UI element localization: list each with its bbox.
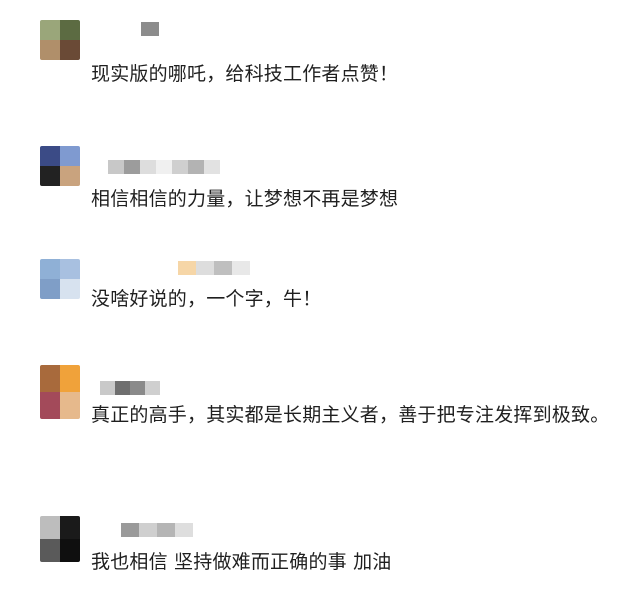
avatar-pixel	[60, 20, 80, 40]
username-pixel	[139, 523, 157, 537]
username-pixel	[157, 523, 175, 537]
avatar-pixel	[40, 365, 60, 392]
avatar-pixel	[60, 539, 80, 562]
username[interactable]	[100, 381, 160, 395]
avatar-pixel	[60, 365, 80, 392]
avatar-pixel	[40, 392, 60, 419]
username-pixel	[130, 381, 145, 395]
username[interactable]	[121, 523, 193, 537]
comment-text: 现实版的哪吒，给科技工作者点赞！	[91, 63, 399, 85]
username-pixel	[124, 160, 140, 174]
username-pixel	[175, 523, 193, 537]
comment-text: 没啥好说的，一个字，牛！	[91, 288, 322, 310]
avatar-pixel	[60, 516, 80, 539]
username-pixel	[141, 22, 159, 36]
avatar[interactable]	[40, 259, 80, 299]
avatar-pixel	[60, 259, 80, 279]
comment-text: 真正的高手，其实都是长期主义者，善于把专注发挥到极致。	[91, 404, 610, 426]
username-pixel	[145, 381, 160, 395]
username[interactable]	[141, 22, 159, 36]
username-pixel	[188, 160, 204, 174]
username[interactable]	[108, 160, 220, 174]
username-pixel	[178, 261, 196, 275]
username-pixel	[100, 381, 115, 395]
avatar-pixel	[40, 259, 60, 279]
avatar[interactable]	[40, 365, 80, 419]
username-pixel	[204, 160, 220, 174]
username-pixel	[121, 523, 139, 537]
username-pixel	[140, 160, 156, 174]
avatar-pixel	[40, 279, 60, 299]
avatar-pixel	[60, 279, 80, 299]
username-pixel	[108, 160, 124, 174]
username-pixel	[156, 160, 172, 174]
username-pixel	[172, 160, 188, 174]
avatar[interactable]	[40, 146, 80, 186]
username-pixel	[232, 261, 250, 275]
avatar[interactable]	[40, 20, 80, 60]
avatar-pixel	[40, 40, 60, 60]
username-pixel	[196, 261, 214, 275]
username-pixel	[115, 381, 130, 395]
avatar-pixel	[60, 166, 80, 186]
avatar-pixel	[40, 516, 60, 539]
avatar-pixel	[40, 20, 60, 40]
avatar-pixel	[40, 146, 60, 166]
avatar-pixel	[60, 146, 80, 166]
avatar[interactable]	[40, 516, 80, 562]
avatar-pixel	[40, 539, 60, 562]
avatar-pixel	[60, 40, 80, 60]
username[interactable]	[178, 261, 250, 275]
avatar-pixel	[60, 392, 80, 419]
username-pixel	[214, 261, 232, 275]
avatar-pixel	[40, 166, 60, 186]
comment-text: 我也相信 坚持做难而正确的事 加油	[91, 551, 392, 573]
comment-text: 相信相信的力量，让梦想不再是梦想	[91, 188, 399, 210]
